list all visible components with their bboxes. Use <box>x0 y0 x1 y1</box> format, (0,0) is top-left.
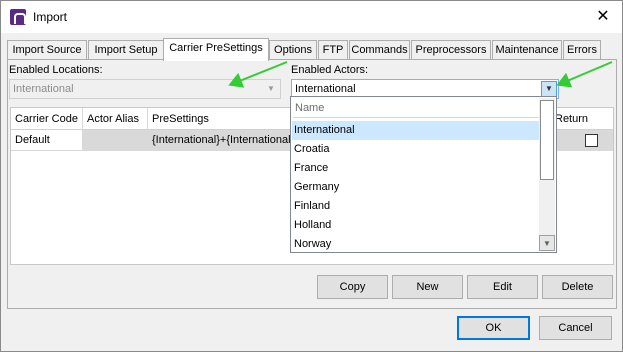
delete-button[interactable]: Delete <box>542 275 613 299</box>
close-button[interactable]: ✕ <box>592 6 614 28</box>
dropdown-item-germany[interactable]: Germany <box>292 178 540 197</box>
chevron-down-icon: ▼ <box>267 84 275 93</box>
title-bar: Import ✕ <box>1 1 622 33</box>
cell-return[interactable] <box>548 130 613 151</box>
dropdown-item-holland[interactable]: Holland <box>292 216 540 235</box>
cell-actor-alias[interactable] <box>83 130 148 151</box>
dropdown-scrollbar[interactable]: ▲ ▼ <box>539 98 555 251</box>
column-header-actor-alias[interactable]: Actor Alias <box>83 108 148 130</box>
scrollbar-thumb[interactable] <box>540 100 554 180</box>
tab-import-source[interactable]: Import Source <box>7 40 87 60</box>
dropdown-column-header: Name <box>293 99 539 118</box>
tab-maintenance[interactable]: Maintenance <box>492 40 562 60</box>
chevron-down-icon[interactable]: ▼ <box>541 81 557 97</box>
actors-dropdown-list[interactable]: Name International Croatia France German… <box>290 96 557 253</box>
dropdown-item-croatia[interactable]: Croatia <box>292 140 540 159</box>
tab-ftp[interactable]: FTP <box>318 40 348 60</box>
enabled-locations-value: International <box>13 83 74 95</box>
cancel-button[interactable]: Cancel <box>539 316 612 340</box>
tab-import-setup[interactable]: Import Setup <box>88 40 164 60</box>
column-header-return-label: Return <box>555 113 589 125</box>
edit-button[interactable]: Edit <box>467 275 538 299</box>
tab-carrier-presettings[interactable]: Carrier PreSettings <box>163 38 269 61</box>
ok-button[interactable]: OK <box>457 316 530 340</box>
tab-errors[interactable]: Errors <box>563 40 601 60</box>
dropdown-item-france[interactable]: France <box>292 159 540 178</box>
new-button[interactable]: New <box>392 275 463 299</box>
dropdown-item-international[interactable]: International <box>292 121 540 140</box>
app-logo-icon <box>10 9 26 25</box>
return-checkbox[interactable] <box>585 134 598 147</box>
enabled-locations-label: Enabled Locations: <box>9 64 103 76</box>
tab-commands[interactable]: Commands <box>349 40 410 60</box>
column-header-return[interactable]: Return <box>548 108 613 130</box>
enabled-actors-value: International <box>295 83 356 95</box>
copy-button[interactable]: Copy <box>317 275 388 299</box>
enabled-locations-combo: International ▼ <box>9 79 281 99</box>
tab-options[interactable]: Options <box>269 40 317 60</box>
cell-carrier-code[interactable]: Default <box>11 130 83 151</box>
column-header-carrier-code[interactable]: Carrier Code <box>11 108 83 130</box>
scroll-down-icon[interactable]: ▼ <box>539 235 555 251</box>
dropdown-item-norway[interactable]: Norway <box>292 235 540 254</box>
enabled-actors-label: Enabled Actors: <box>291 64 369 76</box>
window-title: Import <box>33 10 68 24</box>
dropdown-item-finland[interactable]: Finland <box>292 197 540 216</box>
tab-preprocessors[interactable]: Preprocessors <box>411 40 491 60</box>
